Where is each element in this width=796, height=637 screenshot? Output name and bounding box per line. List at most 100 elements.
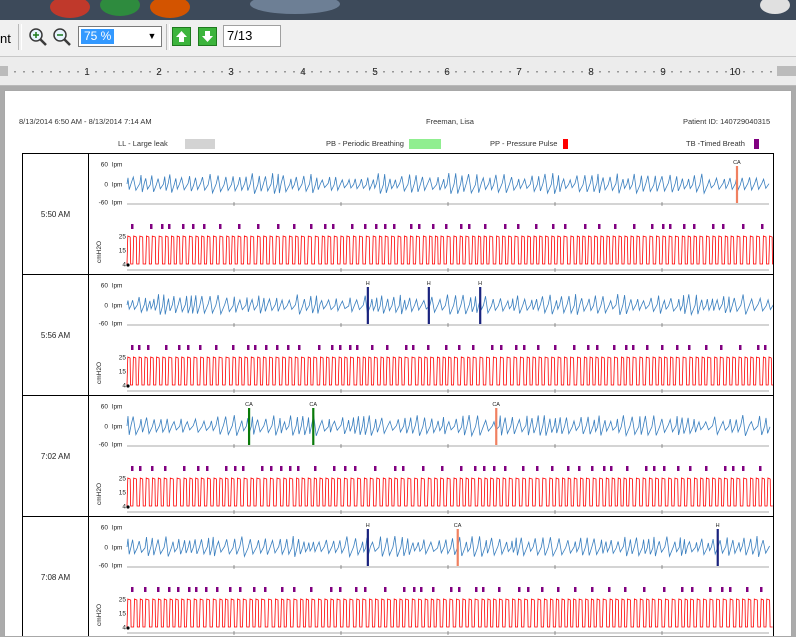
- page-down-button[interactable]: [198, 27, 217, 46]
- timed-breath-marker: [517, 224, 520, 229]
- flow-axis-unit: lpm: [112, 182, 122, 189]
- timed-breath-marker: [633, 224, 636, 229]
- timed-breath-marker: [482, 587, 485, 592]
- timed-breath-marker: [746, 587, 749, 592]
- timed-breath-marker: [450, 587, 453, 592]
- timed-breath-marker: [608, 587, 611, 592]
- timed-breath-marker: [653, 466, 656, 471]
- zoom-out-icon[interactable]: [51, 26, 73, 48]
- timed-breath-marker: [418, 224, 421, 229]
- timed-breath-marker: [535, 224, 538, 229]
- ruler-label: 10: [729, 67, 741, 78]
- timed-breath-marker: [720, 345, 723, 350]
- pressure-axis-tick: 15: [119, 611, 127, 618]
- timed-breath-marker: [354, 466, 357, 471]
- timed-breath-marker: [493, 466, 496, 471]
- patient-name: Freeman, Lisa: [426, 117, 474, 126]
- waveform-row: 7:02 AM 60 lpm 0 lpm -60 lpm 25 15 4 cmH2O CA CA CA: [22, 395, 774, 517]
- timed-breath-marker: [458, 587, 461, 592]
- flow-axis-tick: 60: [101, 404, 109, 411]
- timed-breath-marker: [483, 466, 486, 471]
- ruler-label: 9: [660, 67, 666, 78]
- timed-breath-marker: [192, 224, 195, 229]
- timed-breath-marker: [351, 224, 354, 229]
- timed-breath-marker: [253, 587, 256, 592]
- event-marker: [456, 529, 459, 566]
- timed-breath-marker: [131, 466, 134, 471]
- timed-breath-marker: [225, 466, 228, 471]
- event-marker: [247, 408, 251, 445]
- timed-breath-marker: [742, 466, 745, 471]
- pressure-axis-tick: 4: [122, 383, 126, 390]
- timed-breath-marker: [229, 587, 232, 592]
- flow-waveform: [126, 415, 771, 438]
- ruler-label: 5: [372, 67, 378, 78]
- timed-breath-marker: [613, 345, 616, 350]
- timed-breath-marker: [412, 345, 415, 350]
- zoom-in-icon[interactable]: [27, 26, 49, 48]
- timed-breath-marker: [523, 345, 526, 350]
- timed-breath-marker: [420, 587, 423, 592]
- row-time: 7:02 AM: [23, 396, 89, 516]
- ruler-label: 3: [228, 67, 234, 78]
- legend-tb-swatch: [754, 139, 759, 149]
- timed-breath-marker: [356, 345, 359, 350]
- event-label: H: [478, 281, 482, 287]
- flow-axis-tick: -60: [99, 563, 109, 570]
- timed-breath-marker: [182, 224, 185, 229]
- event-marker: [735, 166, 739, 203]
- zoom-select[interactable]: 75 % ▼: [78, 26, 162, 47]
- page-number-field[interactable]: 7/13: [223, 25, 281, 47]
- timed-breath-marker: [333, 466, 336, 471]
- flow-axis-tick: -60: [99, 200, 109, 207]
- timed-breath-marker: [270, 466, 273, 471]
- timed-breath-marker: [239, 587, 242, 592]
- timed-breath-marker: [386, 345, 389, 350]
- timed-breath-marker: [339, 345, 342, 350]
- dropdown-arrow-icon[interactable]: ▼: [145, 29, 159, 44]
- timed-breath-marker: [281, 587, 284, 592]
- timed-breath-marker: [573, 345, 576, 350]
- timed-breath-marker: [742, 224, 745, 229]
- arrow-up-icon: [176, 31, 187, 42]
- timed-breath-marker: [287, 345, 290, 350]
- timed-breath-marker: [445, 345, 448, 350]
- timed-breath-marker: [491, 345, 494, 350]
- flow-axis-unit: lpm: [112, 545, 122, 552]
- timed-breath-marker: [432, 587, 435, 592]
- timed-breath-marker: [261, 466, 264, 471]
- row-plot: 60 lpm 0 lpm -60 lpm 25 15 4 cmH2O H CA H: [89, 517, 773, 636]
- timed-breath-marker: [722, 224, 725, 229]
- timed-breath-marker: [375, 224, 378, 229]
- row-time: 5:50 AM: [23, 154, 89, 274]
- event-marker: [427, 287, 430, 324]
- timed-breath-marker: [168, 587, 171, 592]
- timed-breath-marker: [724, 466, 727, 471]
- page-up-button[interactable]: [172, 27, 191, 46]
- event-label: H: [427, 281, 431, 287]
- flow-axis-tick: -60: [99, 442, 109, 449]
- timed-breath-marker: [339, 587, 342, 592]
- waveform-row: 5:56 AM 60 lpm 0 lpm -60 lpm 25 15 4 cmH2O H H H: [22, 274, 774, 396]
- timed-breath-marker: [610, 466, 613, 471]
- timed-breath-marker: [206, 466, 209, 471]
- timed-breath-marker: [669, 224, 672, 229]
- timed-breath-marker: [646, 345, 649, 350]
- timed-breath-marker: [364, 587, 367, 592]
- timed-breath-marker: [651, 224, 654, 229]
- timed-breath-marker: [344, 466, 347, 471]
- timed-breath-marker: [709, 587, 712, 592]
- timed-breath-marker: [161, 224, 164, 229]
- timed-breath-marker: [757, 345, 760, 350]
- ruler-label: 7: [516, 67, 522, 78]
- timed-breath-marker: [138, 345, 141, 350]
- timed-breath-marker: [310, 587, 313, 592]
- timed-breath-marker: [254, 345, 257, 350]
- flow-axis-unit: lpm: [112, 563, 122, 570]
- waveform-row: 5:50 AM 60 lpm 0 lpm -60 lpm 25 15 4 cmH2O CA: [22, 153, 774, 275]
- timed-breath-marker: [216, 587, 219, 592]
- event-label: H: [366, 523, 370, 529]
- timed-breath-marker: [331, 345, 334, 350]
- pressure-start-marker: [126, 626, 130, 630]
- patient-id: Patient ID: 140729040315: [683, 117, 771, 126]
